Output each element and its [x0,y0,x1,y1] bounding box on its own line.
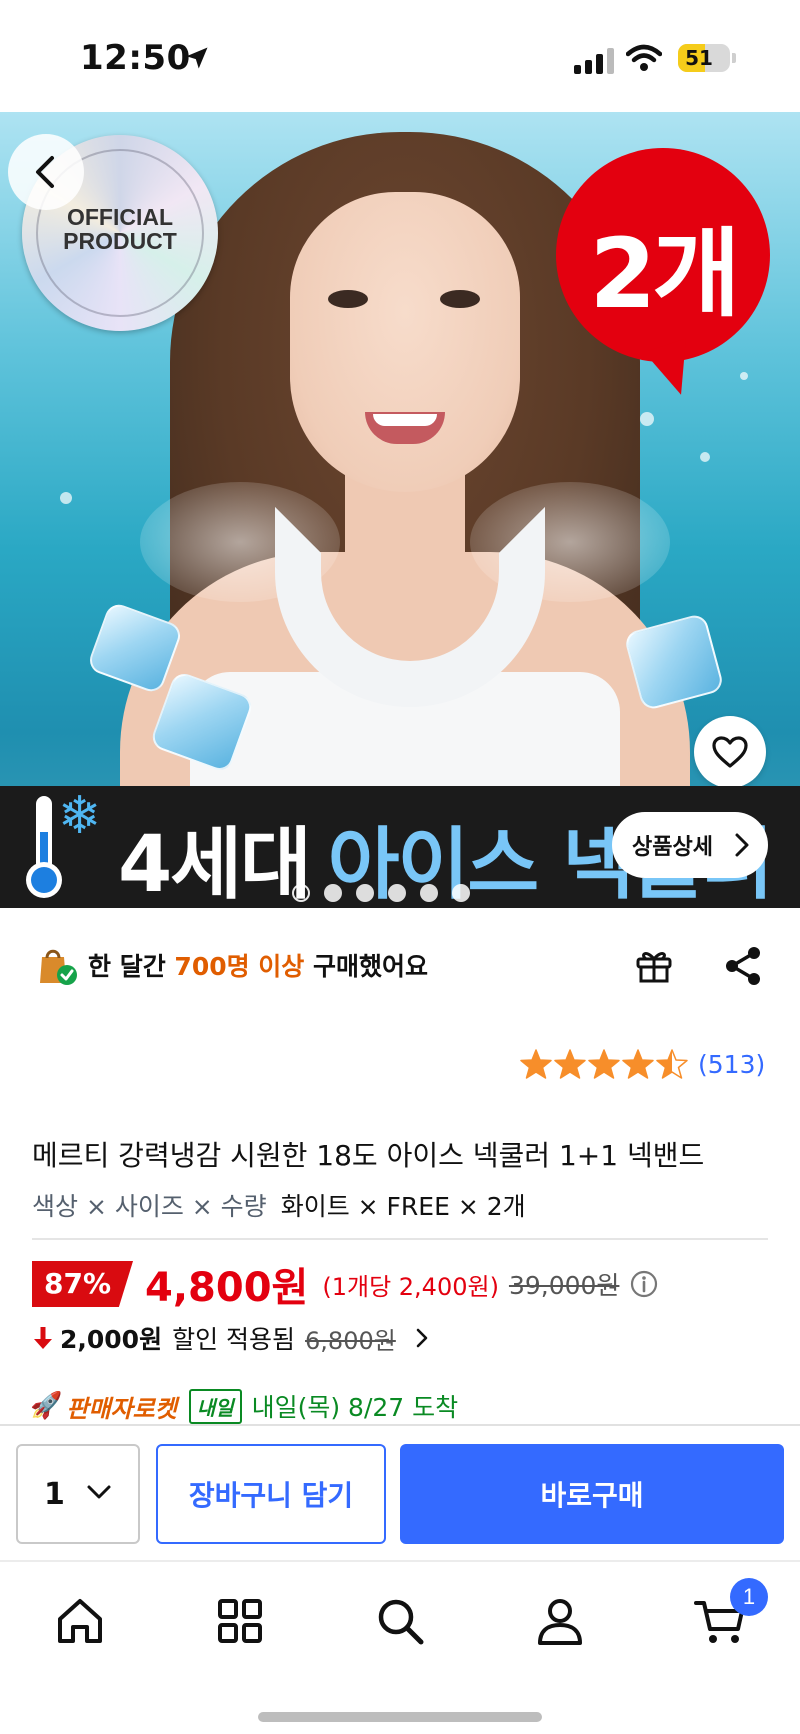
carousel-dot[interactable] [452,884,470,902]
star-icon [554,1049,586,1079]
status-bar: 12:50 51 [0,0,800,112]
cellular-signal-icon [574,48,614,74]
official-line1: OFFICIAL [66,204,174,230]
back-button[interactable] [8,134,84,210]
sparkle [60,492,72,504]
bottom-navigation: 1 [0,1560,800,1734]
quantity-select[interactable]: 1 [16,1444,140,1544]
nav-my-account[interactable] [530,1592,590,1652]
grid-icon [218,1598,262,1643]
tomorrow-badge: 내일 [188,1388,242,1424]
add-to-cart-button[interactable]: 장바구니 담기 [156,1444,386,1544]
share-icon [726,946,760,985]
unit-price: (1개당 2,400원) [322,1272,499,1301]
delivery-info: 🚀 판매자로켓 내일 내일(목) 8/27 도착 [30,1384,458,1428]
chevron-right-icon [735,833,749,857]
chevron-down-icon [87,1485,111,1499]
chevron-left-icon [36,156,54,188]
carousel-dot[interactable] [356,884,374,902]
product-detail-button[interactable]: 상품상세 [612,812,768,878]
purchase-highlight: 700명 이상 [174,952,305,981]
wishlist-button[interactable] [694,716,766,788]
nav-categories[interactable] [210,1592,270,1652]
sparkle [700,452,710,462]
product-detail-label: 상품상세 [632,835,713,860]
carousel-dot[interactable] [420,884,438,902]
info-icon[interactable] [629,1269,659,1299]
official-line2: PRODUCT [63,228,177,254]
product-title: 메르티 강력냉감 시원한 18도 아이스 넥쿨러 1+1 넥밴드 [32,1139,705,1172]
shopping-bag-check-icon [40,949,77,985]
carousel-dot[interactable] [388,884,406,902]
carousel-dot[interactable] [324,884,342,902]
buy-now-button[interactable]: 바로구매 [400,1444,784,1544]
nav-search[interactable] [370,1592,430,1652]
user-icon [538,1598,582,1645]
carousel-dot[interactable] [292,884,310,902]
gift-icon [636,951,672,982]
review-count[interactable]: (513) [698,1050,765,1079]
wifi-icon [626,44,662,71]
original-price: 39,000원 [508,1271,620,1300]
carousel-indicator[interactable] [292,884,470,902]
location-arrow-icon [186,47,208,69]
banner-title-white: 4세대 [118,820,312,908]
purchase-count-text: 한 달간 700명 이상 구매했어요 [88,947,428,983]
discount-badge: 87% [32,1261,134,1307]
arrow-down-icon [34,1327,52,1349]
model-eye [440,290,480,308]
heart-icon [712,736,748,768]
purchase-suffix: 구매했어요 [304,952,429,981]
divider [32,1238,768,1240]
coupon-amount: 2,000원 [60,1325,163,1354]
model-face [290,192,520,492]
model-eye [328,290,368,308]
purchase-action-bar: 1 장바구니 담기 바로구매 [0,1424,800,1560]
seller-rocket-label: 판매자로켓 [66,1394,177,1423]
sparkle [640,412,654,426]
coupon-discount-row[interactable]: 2,000원 할인 적용됨 6,800원 [32,1316,436,1360]
purchase-prefix: 한 달간 [88,952,175,981]
quantity-badge-text: 2개 [589,218,740,330]
search-icon [378,1599,424,1644]
star-icon [588,1049,620,1079]
quantity-value: 1 [44,1476,65,1512]
home-icon [58,1598,102,1643]
sale-price: 4,800원 [145,1265,309,1311]
option-keys: 색상 × 사이즈 × 수량 [32,1192,267,1221]
option-values: 화이트 × FREE × 2개 [280,1192,526,1221]
star-rating [520,1048,688,1080]
snowflake-icon: ❄ [58,786,102,846]
purchase-count-notice: 한 달간 700명 이상 구매했어요 [34,940,428,990]
battery-level: 51 [685,46,713,70]
star-icon [520,1049,552,1079]
chevron-right-icon [416,1328,428,1348]
arrival-date: 내일(목) 8/27 도착 [251,1393,459,1422]
gift-button[interactable] [630,942,678,990]
coupon-label: 할인 적용됨 [172,1325,296,1354]
star-icon [622,1049,654,1079]
quantity-badge: 2개 [556,148,770,362]
sparkle [740,372,748,380]
battery-tip [732,53,736,63]
share-button[interactable] [720,944,766,990]
star-icon [656,1049,688,1079]
rocket-icon: 🚀 [30,1391,63,1421]
nav-home[interactable] [50,1592,110,1652]
cart-count-badge: 1 [730,1578,768,1616]
coupon-old-price: 6,800원 [305,1326,396,1355]
home-indicator[interactable] [258,1712,542,1722]
battery-icon: 51 [678,44,730,72]
review-rating[interactable]: (513) [520,1048,765,1080]
selected-options[interactable]: 색상 × 사이즈 × 수량 화이트 × FREE × 2개 [32,1187,526,1223]
status-time: 12:50 [80,38,191,78]
price-row: 87% 4,800원 (1개당 2,400원) 39,000원 [32,1258,659,1311]
